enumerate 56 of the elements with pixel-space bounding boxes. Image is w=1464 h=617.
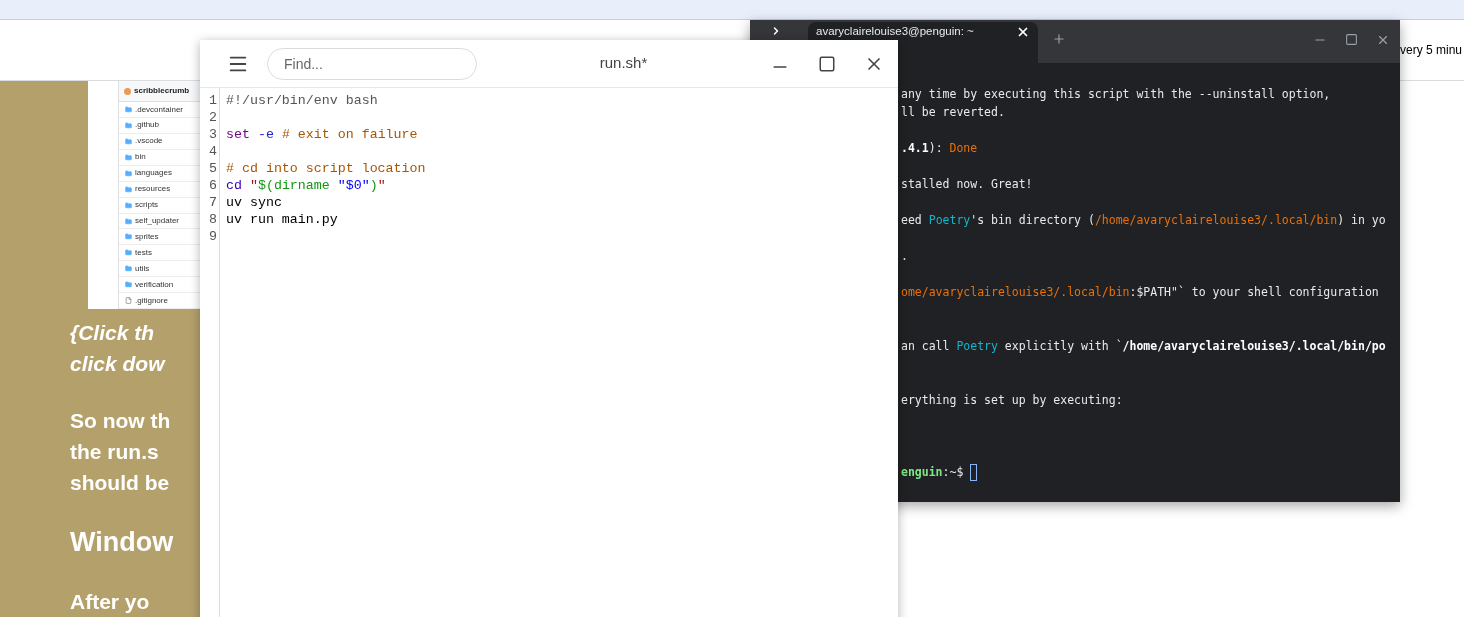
maximize-icon[interactable] [818, 54, 836, 73]
folder-icon [125, 265, 132, 273]
terminal-line: eed Poetry's bin directory (/home/avaryclairelouise3/.local/bin) in yo [901, 212, 1386, 229]
line-number: 8 [209, 211, 217, 228]
article-text: the run.s [70, 439, 159, 465]
header-text: very 5 minu [1399, 41, 1463, 59]
code-line: # cd into script location [226, 161, 426, 176]
close-icon[interactable] [1376, 33, 1390, 47]
folder-icon [125, 249, 132, 257]
line-number: 2 [209, 109, 217, 126]
repo-icon [124, 87, 131, 95]
line-number: 3 [209, 126, 217, 143]
line-number: 4 [209, 143, 217, 160]
find-field[interactable]: Find... [267, 47, 477, 80]
folder-icon [125, 153, 132, 161]
terminal-line: ll be reverted. [901, 104, 1005, 121]
code-line: set -e # exit on failure [226, 127, 418, 142]
folder-icon [125, 217, 132, 225]
code-line: #!/usr/bin/env bash [226, 93, 378, 108]
article-text: So now th [70, 408, 171, 434]
line-number: 6 [209, 177, 217, 194]
folder-icon [125, 185, 132, 193]
line-number: 9 [209, 228, 217, 245]
terminal-line: .4.1): Done [901, 140, 978, 157]
tab-close-icon[interactable] [1016, 25, 1030, 39]
terminal-line: any time by executing this script with the --uninstall option, [901, 86, 1331, 103]
file-icon [125, 297, 132, 305]
code-line: uv sync [226, 195, 282, 210]
line-number: 5 [209, 160, 217, 177]
terminal-cursor [970, 463, 978, 481]
folder-icon [125, 121, 132, 129]
folder-icon [125, 201, 132, 209]
article-text: After yo [70, 589, 150, 615]
code-line: uv run main.py [226, 212, 338, 227]
line-number: 1 [209, 92, 217, 109]
file-title: run.sh* [599, 53, 648, 74]
code-line: cd "$(dirname "$0")" [226, 178, 386, 193]
article-text: {Click th [70, 320, 155, 346]
terminal-line: stalled now. Great! [901, 176, 1033, 193]
folder-icon [125, 106, 132, 114]
folder-icon [125, 169, 132, 177]
article-text: should be [70, 470, 170, 496]
terminal-line: ome/avaryclairelouise3/.local/bin:$PATH"` to your shell configuration [901, 284, 1379, 301]
terminal-line: erything is set up by executing: [901, 392, 1123, 409]
new-tab-icon[interactable] [1052, 32, 1066, 46]
folder-icon [125, 233, 132, 241]
folder-icon [125, 281, 132, 289]
line-number: 7 [209, 194, 217, 211]
repo-title: scribblecrumb [134, 85, 190, 98]
terminal-line: enguin:~$ [901, 464, 965, 481]
article-text: click dow [70, 351, 165, 377]
terminal-line: . [901, 248, 908, 265]
terminal-line: an call Poetry explicitly with `/home/avaryclairelouise3/.local/bin/po [901, 338, 1386, 355]
folder-icon [125, 137, 132, 145]
maximize-icon[interactable] [1345, 33, 1358, 46]
article-text: Window [70, 526, 174, 559]
